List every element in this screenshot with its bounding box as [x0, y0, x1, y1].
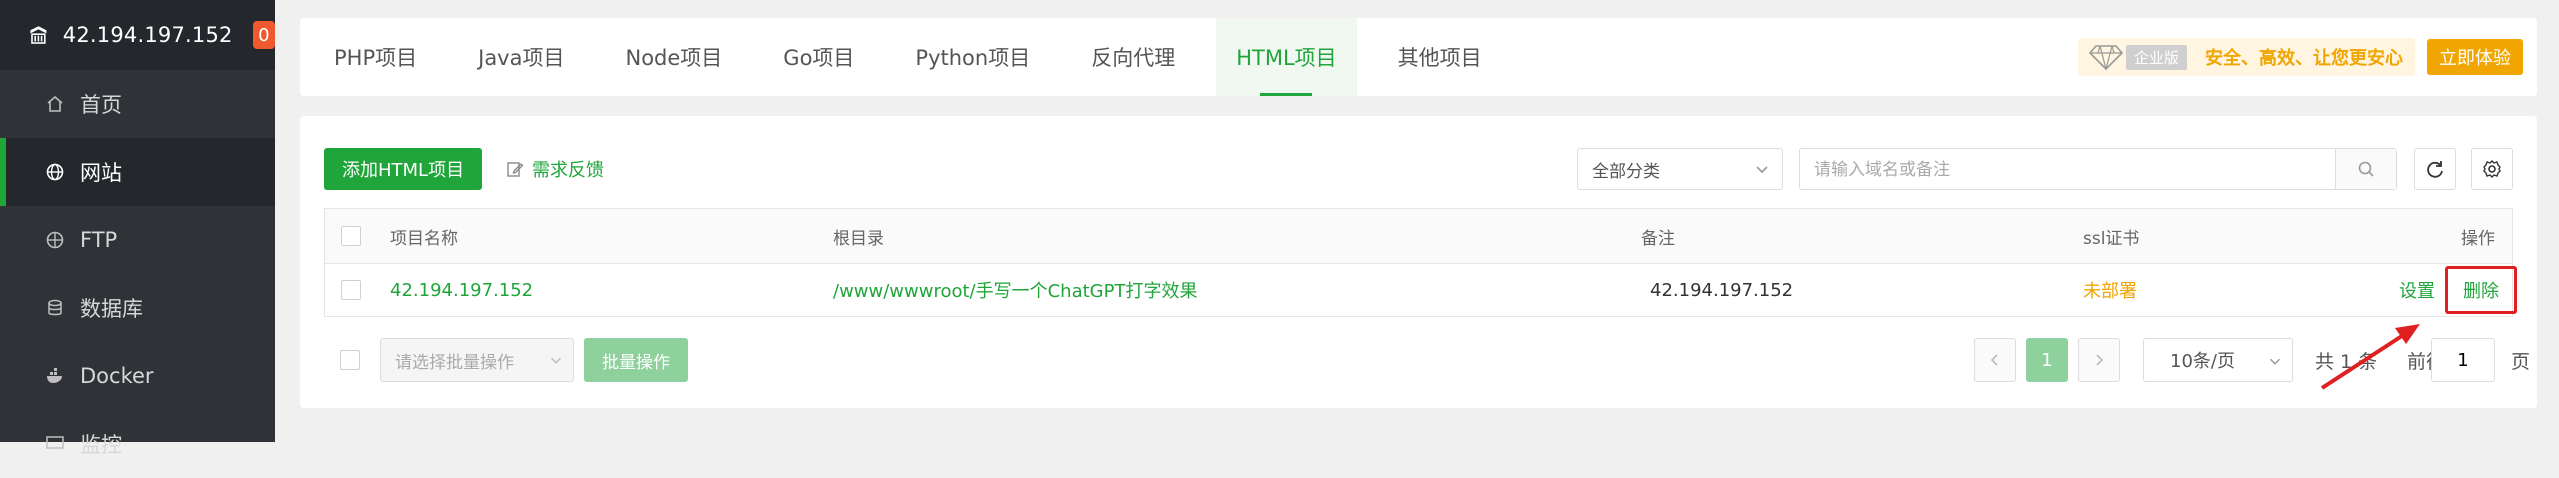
- current-page[interactable]: 1: [2026, 338, 2068, 382]
- header-ssl: ssl证书: [2083, 228, 2140, 249]
- prev-page-button[interactable]: [1974, 338, 2016, 382]
- chevron-left-icon: [1990, 354, 1998, 366]
- delete-link[interactable]: 删除: [2445, 266, 2517, 314]
- table-header: 项目名称 根目录 备注 ssl证书 操作: [325, 209, 2512, 264]
- sidebar-item-label: FTP: [80, 228, 118, 252]
- tab-python[interactable]: Python项目: [895, 18, 1050, 96]
- tab-html[interactable]: HTML项目: [1216, 18, 1357, 96]
- sidebar-item-database[interactable]: 数据库: [0, 274, 275, 342]
- feedback-link[interactable]: 需求反馈: [506, 148, 604, 190]
- ftp-icon: [44, 229, 66, 251]
- globe-icon: [44, 161, 66, 183]
- database-icon: [44, 297, 66, 319]
- gear-icon: [2483, 160, 2501, 178]
- category-select[interactable]: 全部分类: [1577, 148, 1783, 190]
- select-all-checkbox[interactable]: [341, 226, 361, 246]
- try-now-button[interactable]: 立即体验: [2427, 39, 2523, 75]
- header-root: 根目录: [833, 228, 884, 249]
- batch-operation-button[interactable]: 批量操作: [584, 338, 688, 382]
- batch-operation-select[interactable]: 请选择批量操作: [380, 338, 574, 382]
- search-button[interactable]: [2335, 149, 2396, 189]
- sidebar-item-label: Docker: [80, 364, 154, 388]
- header-remark: 备注: [1641, 228, 1675, 249]
- ssl-status-link[interactable]: 未部署: [2083, 264, 2137, 316]
- row-checkbox[interactable]: [341, 280, 361, 300]
- sidebar-item-label: 监控: [80, 433, 122, 457]
- enterprise-promo: 企业版 安全、高效、让您更安心 立即体验: [2077, 38, 2523, 76]
- search-box: [1799, 148, 2397, 191]
- sidebar-item-website[interactable]: 网站: [0, 138, 275, 206]
- tab-php[interactable]: PHP项目: [314, 18, 437, 96]
- goto-suffix: 页: [2511, 350, 2531, 373]
- sidebar-item-docker[interactable]: Docker: [0, 342, 275, 410]
- table-row: 42.194.197.152 /www/wwwroot/手写一个ChatGPT打…: [325, 264, 2517, 316]
- batch-select-placeholder: 请选择批量操作: [395, 352, 514, 373]
- header-ops: 操作: [2461, 228, 2495, 249]
- tab-java[interactable]: Java项目: [458, 18, 584, 96]
- server-host: 42.194.197.152: [62, 23, 233, 47]
- tab-go[interactable]: Go项目: [763, 18, 874, 96]
- toolbar: 添加HTML项目 需求反馈 全部分类: [324, 148, 2513, 191]
- table-footer: 请选择批量操作 批量操作 1 10条/页 共 1 条 前往 页: [324, 338, 2530, 382]
- refresh-button[interactable]: [2414, 148, 2456, 190]
- header-name: 项目名称: [390, 228, 458, 249]
- tab-other[interactable]: 其他项目: [1378, 18, 1502, 96]
- tab-node[interactable]: Node项目: [605, 18, 742, 96]
- notification-badge[interactable]: 0: [252, 21, 275, 49]
- project-type-tabbar: PHP项目 Java项目 Node项目 Go项目 Python项目 反向代理 H…: [300, 18, 2537, 96]
- sidebar-item-label: 数据库: [80, 297, 143, 321]
- add-html-project-button[interactable]: 添加HTML项目: [324, 148, 483, 190]
- project-remark[interactable]: 42.194.197.152: [1650, 264, 1793, 316]
- goto-page-input[interactable]: [2431, 338, 2495, 382]
- diamond-icon: [2088, 45, 2124, 72]
- category-value: 全部分类: [1592, 161, 1660, 182]
- search-icon: [2358, 161, 2374, 177]
- tab-reverse-proxy[interactable]: 反向代理: [1071, 18, 1195, 96]
- chevron-down-icon: [550, 357, 562, 364]
- sidebar-brand: 42.194.197.152 0: [0, 0, 275, 70]
- project-name-link[interactable]: 42.194.197.152: [390, 264, 533, 316]
- refresh-icon: [2427, 161, 2443, 178]
- sidebar-item-home[interactable]: 首页: [0, 70, 275, 138]
- edit-icon: [507, 162, 524, 177]
- root-path-link[interactable]: /www/wwwroot/手写一个ChatGPT打字效果: [833, 264, 1197, 316]
- promo-slogan: 安全、高效、让您更安心: [2205, 48, 2403, 69]
- docker-icon: [44, 365, 66, 387]
- promo-box: 企业版 安全、高效、让您更安心: [2077, 38, 2415, 76]
- next-page-button[interactable]: [2078, 338, 2120, 382]
- footer-select-all-checkbox[interactable]: [340, 350, 360, 370]
- project-table: 项目名称 根目录 备注 ssl证书 操作 42.194.197.152 /www…: [324, 208, 2517, 317]
- sidebar-item-label: 网站: [80, 161, 122, 185]
- home-icon: [44, 93, 66, 115]
- search-input[interactable]: [1800, 149, 2336, 191]
- html-project-panel: 添加HTML项目 需求反馈 全部分类 项目名称 根目录 备注 ssl证书: [300, 116, 2537, 408]
- sidebar-item-monitor[interactable]: 监控: [0, 410, 275, 478]
- chevron-down-icon: [2269, 358, 2281, 365]
- feedback-label: 需求反馈: [532, 160, 604, 181]
- sidebar-item-ftp[interactable]: FTP: [0, 206, 275, 274]
- chevron-down-icon: [1756, 166, 1768, 174]
- enterprise-edition-label: 企业版: [2125, 44, 2187, 70]
- annotation-arrow: [2320, 324, 2420, 390]
- sidebar-item-label: 首页: [80, 93, 122, 117]
- server-logo-icon: [30, 26, 47, 44]
- page-size-value: 10条/页: [2170, 351, 2235, 372]
- page-size-select[interactable]: 10条/页: [2143, 338, 2293, 382]
- monitor-icon: [44, 433, 66, 455]
- chevron-right-icon: [2096, 354, 2104, 366]
- settings-button[interactable]: [2471, 148, 2513, 190]
- sidebar: 42.194.197.152 0 首页 网站 FTP 数据库 Docker 监控: [0, 0, 275, 457]
